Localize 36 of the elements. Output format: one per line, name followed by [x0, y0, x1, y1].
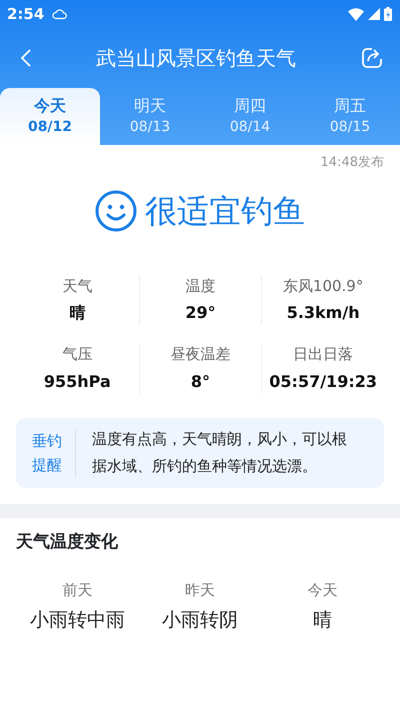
status-time: 2:54 [7, 4, 44, 25]
signal-icon [368, 8, 380, 20]
smiley-icon [95, 190, 137, 232]
day-tab[interactable]: 明天 08/13 [100, 88, 200, 145]
cloud-icon [52, 8, 68, 20]
stat-value: 29° [184, 302, 217, 324]
fishing-verdict: 很适宜钓鱼 [145, 190, 305, 232]
day-label: 前天 [61, 580, 94, 601]
stat-label: 温度 [184, 276, 216, 296]
reminder-text: 温度有点高，天气晴朗，风小，可以根据水域、所钓的鱼种等情况选漂。 [92, 428, 348, 476]
share-button[interactable] [360, 46, 384, 70]
day-label: 昨天 [184, 580, 216, 601]
stat-label: 东风100.9° [282, 276, 364, 296]
stat-label: 天气 [61, 276, 94, 296]
stat-label: 昼夜温差 [169, 344, 232, 365]
stat-value: 8° [190, 370, 212, 392]
section-title: 天气温度变化 [16, 530, 119, 554]
day-tab[interactable]: 今天 08/12 [0, 88, 100, 145]
stat-value: 955hPa [42, 370, 112, 392]
reminder-label: 垂钓提醒 [32, 428, 76, 476]
stat-value: 晴 [68, 302, 86, 324]
stat-label: 气压 [61, 344, 94, 365]
stat-value: 5.3km/h [286, 302, 361, 324]
wifi-icon [348, 8, 364, 20]
day-weather: 小雨转阴 [160, 608, 239, 632]
day-weather: 小雨转中雨 [28, 608, 126, 632]
back-button[interactable] [20, 48, 32, 68]
day-weather: 晴 [312, 608, 334, 632]
day-tab[interactable]: 周四 08/14 [200, 88, 300, 145]
publish-time: 14:48发布 [320, 154, 384, 172]
battery-icon [384, 7, 392, 21]
day-tab[interactable]: 周五 08/15 [300, 88, 400, 145]
page-title: 武当山风景区钓鱼天气 [95, 45, 297, 72]
stat-label: 日出日落 [292, 344, 354, 365]
day-label: 今天 [306, 580, 339, 601]
stat-value: 05:57/19:23 [268, 370, 378, 392]
